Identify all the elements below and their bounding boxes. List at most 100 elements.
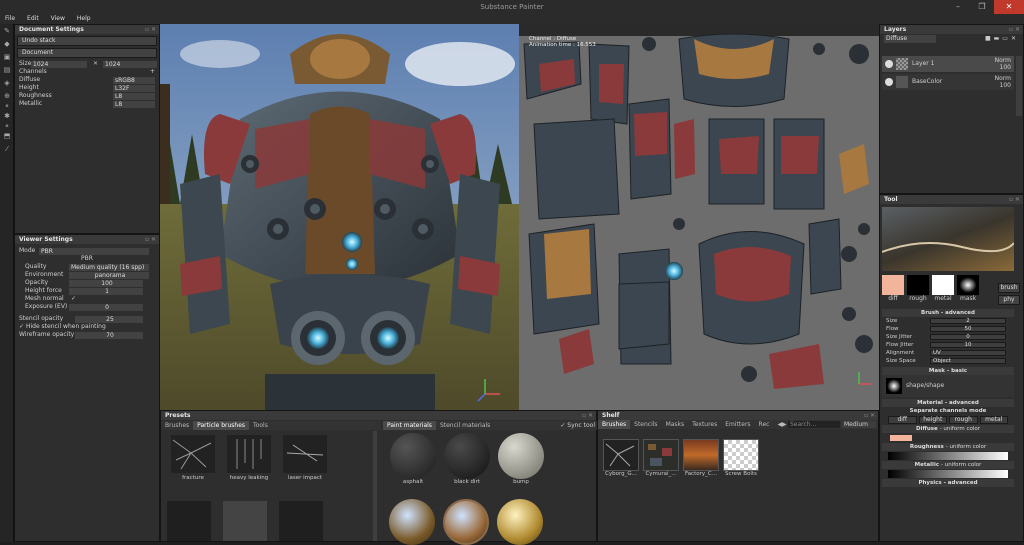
material-preset[interactable] — [497, 499, 543, 545]
brush-preset[interactable]: heavy leaking — [223, 435, 275, 481]
visibility-eye-icon[interactable] — [885, 78, 893, 86]
add-fill-icon[interactable]: ▬ — [994, 35, 1003, 42]
shelf-search-input[interactable]: Search... — [788, 421, 840, 428]
exposure-slider[interactable]: 0 — [69, 303, 143, 311]
material-preset[interactable]: bump — [495, 433, 547, 485]
material-preset[interactable]: asphalt — [387, 433, 439, 485]
delete-layer-icon[interactable]: ✕ — [1011, 35, 1019, 42]
add-channel-icon[interactable]: + — [150, 68, 155, 76]
material-picker-icon[interactable]: ⬒ — [0, 129, 14, 142]
hide-stencil-checkbox[interactable]: ✓ — [19, 323, 24, 330]
diff-toggle[interactable]: diff — [888, 416, 917, 424]
viewport-2d[interactable]: Channel : Diffuse Animation time : 16.55… — [519, 24, 879, 410]
polygon-fill-icon[interactable]: ▤ — [0, 63, 14, 76]
menu-file[interactable]: File — [5, 14, 15, 24]
metallic-header[interactable]: Metallic - uniform color — [882, 461, 1014, 469]
expand-icon[interactable]: ▪ — [0, 102, 14, 109]
roughness-header[interactable]: Roughness - uniform color — [882, 443, 1014, 451]
mask-shape-row[interactable]: shape/shape — [882, 375, 1014, 397]
tab-shelf-emitters[interactable]: Emitters — [721, 420, 754, 429]
mask-swatch[interactable]: mask — [957, 275, 979, 302]
document-button[interactable]: Document — [17, 48, 157, 58]
menu-help[interactable]: Help — [77, 14, 91, 24]
height-toggle[interactable]: height — [918, 416, 947, 424]
tab-particle-brushes[interactable]: Particle brushes — [193, 421, 250, 430]
eraser-icon[interactable]: ◆ — [0, 37, 14, 50]
physics-advanced-header[interactable]: Physics - advanced — [882, 479, 1014, 487]
metal-toggle[interactable]: metal — [979, 416, 1008, 424]
tab-shelf-masks[interactable]: Masks — [662, 420, 689, 429]
clone-icon[interactable]: ⊕ — [0, 89, 14, 102]
layer-row[interactable]: BaseColor Norm 100 — [882, 74, 1014, 90]
projection-icon[interactable]: ▣ — [0, 50, 14, 63]
presets-scrollbar[interactable] — [373, 431, 377, 541]
material-advanced-header[interactable]: Material - advanced — [882, 399, 1014, 407]
brush-preset[interactable]: laser impact — [279, 435, 331, 481]
rough-toggle[interactable]: rough — [949, 416, 978, 424]
layer-channel-select[interactable]: Diffuse — [884, 35, 936, 43]
size-slider[interactable]: 2 — [930, 318, 1006, 324]
material-preset[interactable] — [443, 499, 489, 545]
visibility-eye-icon[interactable] — [885, 60, 893, 68]
add-folder-icon[interactable]: ▭ — [1002, 35, 1011, 42]
tab-tools[interactable]: Tools — [249, 421, 272, 430]
height-force-slider[interactable]: 1 — [69, 287, 143, 295]
material-preset[interactable]: black dirt — [441, 433, 493, 485]
diffuse-color-swatch[interactable] — [890, 435, 912, 441]
undo-stack-button[interactable]: Undo stack — [17, 36, 157, 46]
flow-slider[interactable]: 50 — [930, 326, 1006, 332]
smudge-icon[interactable]: ◈ — [0, 76, 14, 89]
channel-format-select[interactable]: L8 — [113, 92, 155, 100]
brush-preset[interactable] — [223, 501, 267, 541]
menu-view[interactable]: View — [51, 14, 65, 24]
material-preset[interactable] — [389, 499, 435, 545]
eyedropper-icon[interactable]: ⁄ — [0, 142, 14, 155]
metal-swatch[interactable]: metal — [932, 275, 954, 302]
layer-row[interactable]: Layer 1 Norm 100 — [882, 56, 1014, 72]
size-jitter-slider[interactable]: 0 — [930, 334, 1006, 340]
size-height-select[interactable]: 1024 — [103, 60, 157, 68]
tab-shelf-rec[interactable]: Rec — [755, 420, 774, 429]
mask-basic-header[interactable]: Mask - basic — [882, 367, 1014, 375]
physics-button[interactable]: phy — [998, 295, 1020, 305]
brush-button[interactable]: brush — [998, 283, 1020, 293]
brush-preset[interactable] — [279, 501, 323, 541]
mode-select[interactable]: PBR — [39, 247, 149, 255]
layers-scrollbar[interactable] — [1016, 56, 1022, 116]
size-width-select[interactable]: 1024 — [31, 60, 87, 68]
menu-edit[interactable]: Edit — [27, 14, 39, 24]
tab-shelf-brushes[interactable]: Brushes — [598, 420, 631, 429]
shelf-item[interactable]: Cyborg_G... — [601, 439, 641, 477]
diffuse-swatch[interactable]: diff — [882, 275, 904, 302]
particle-icon[interactable]: ✱ — [0, 109, 14, 122]
diffuse-header[interactable]: Diffuse - uniform color — [882, 425, 1014, 433]
tab-brushes[interactable]: Brushes — [161, 421, 193, 430]
metallic-gradient-slider[interactable] — [888, 470, 1008, 478]
size-space-select[interactable]: Object — [930, 358, 1006, 364]
environment-button[interactable]: panorama — [69, 271, 149, 279]
maximize-button[interactable]: ❐ — [970, 0, 994, 14]
add-layer-icon[interactable]: ■ — [985, 35, 994, 42]
link-icon[interactable]: ✕ — [93, 60, 98, 68]
tab-shelf-textures[interactable]: Textures — [688, 420, 721, 429]
alignment-select[interactable]: UV — [930, 350, 1006, 356]
shelf-item[interactable]: Screw Bolts — [721, 439, 761, 477]
wireframe-opacity-slider[interactable]: 70 — [75, 331, 143, 339]
expand-icon-2[interactable]: ▪ — [0, 122, 14, 129]
brush-preset[interactable] — [167, 501, 211, 541]
brush-advanced-header[interactable]: Brush - advanced — [882, 309, 1014, 317]
close-button[interactable]: ✕ — [994, 0, 1024, 14]
stencil-opacity-slider[interactable]: 25 — [75, 315, 143, 323]
tab-stencil-materials[interactable]: Stencil materials — [436, 421, 494, 430]
channel-format-select[interactable]: L8 — [113, 100, 155, 108]
shelf-quality-select[interactable]: Medium — [842, 421, 876, 428]
tab-shelf-stencils[interactable]: Stencils — [630, 420, 661, 429]
sync-tool-toggle[interactable]: ✓ Sync tool — [560, 421, 595, 430]
paint-brush-icon[interactable]: ✎ — [0, 24, 14, 37]
channel-format-select[interactable]: sRGB8 — [113, 76, 155, 84]
shelf-item[interactable]: Factory_C... — [681, 439, 721, 477]
tab-paint-materials[interactable]: Paint materials — [383, 421, 436, 430]
channel-format-select[interactable]: L32F — [113, 84, 155, 92]
flow-jitter-slider[interactable]: 10 — [930, 342, 1006, 348]
viewport-3d[interactable] — [160, 24, 519, 410]
